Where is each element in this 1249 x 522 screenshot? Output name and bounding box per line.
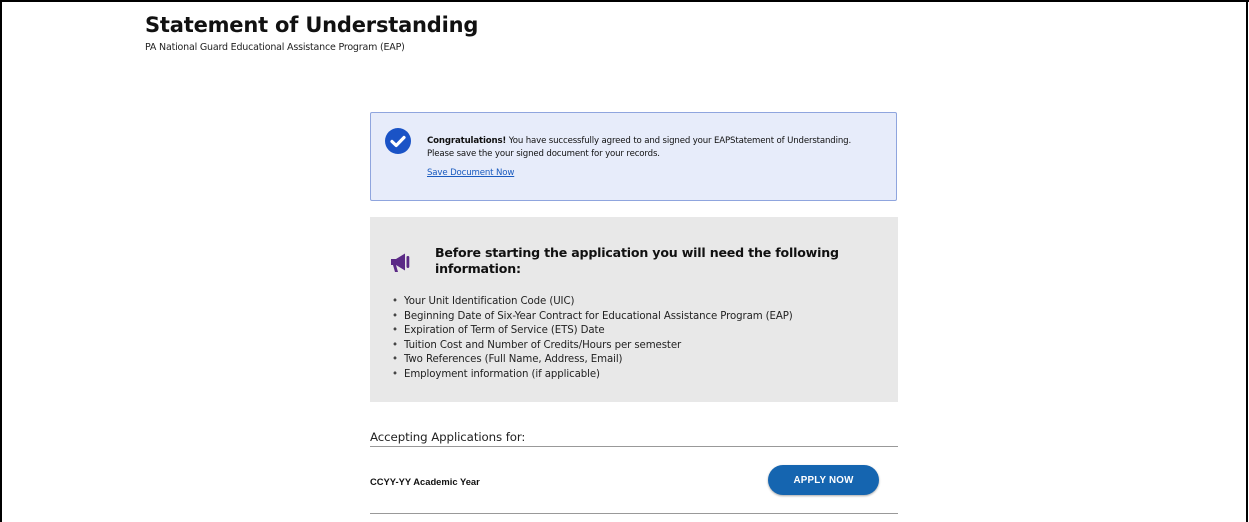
requirements-heading: Before starting the application you will… (435, 245, 839, 276)
divider (370, 446, 898, 447)
window-border-right (1246, 0, 1248, 522)
check-circle-icon (385, 128, 411, 154)
success-strong: Congratulations! (427, 136, 507, 146)
divider (370, 513, 898, 514)
success-message: Congratulations! You have successfully a… (427, 135, 877, 161)
success-banner: Congratulations! You have successfully a… (370, 112, 897, 201)
page-subtitle: PA National Guard Educational Assistance… (145, 42, 405, 53)
requirements-list: • Your Unit Identification Code (UIC) • Be… (392, 295, 793, 382)
list-item: • Two References (Full Name, Address, Ema… (392, 354, 623, 365)
window-border-left (0, 0, 2, 522)
list-item: • Your Unit Identification Code (UIC) (392, 296, 575, 307)
requirements-panel: Before starting the application you will… (370, 217, 898, 402)
accepting-applications-label: Accepting Applications for: (370, 430, 526, 444)
megaphone-icon (390, 252, 414, 278)
page-title: Statement of Understanding (145, 13, 479, 37)
academic-year-label: CCYY-YY Academic Year (370, 476, 480, 487)
list-item: • Tuition Cost and Number of Credits/Hour… (392, 339, 682, 351)
window-border-top (0, 0, 1249, 2)
save-document-link[interactable]: Save Document Now (427, 168, 514, 178)
apply-now-button[interactable]: APPLY NOW (768, 465, 879, 495)
list-item: • Employment information (if applicable) (392, 368, 600, 380)
list-item: • Beginning Date of Six-Year Contract for… (392, 310, 793, 322)
list-item: • Expiration of Term of Service (ETS) Dat… (392, 325, 605, 336)
